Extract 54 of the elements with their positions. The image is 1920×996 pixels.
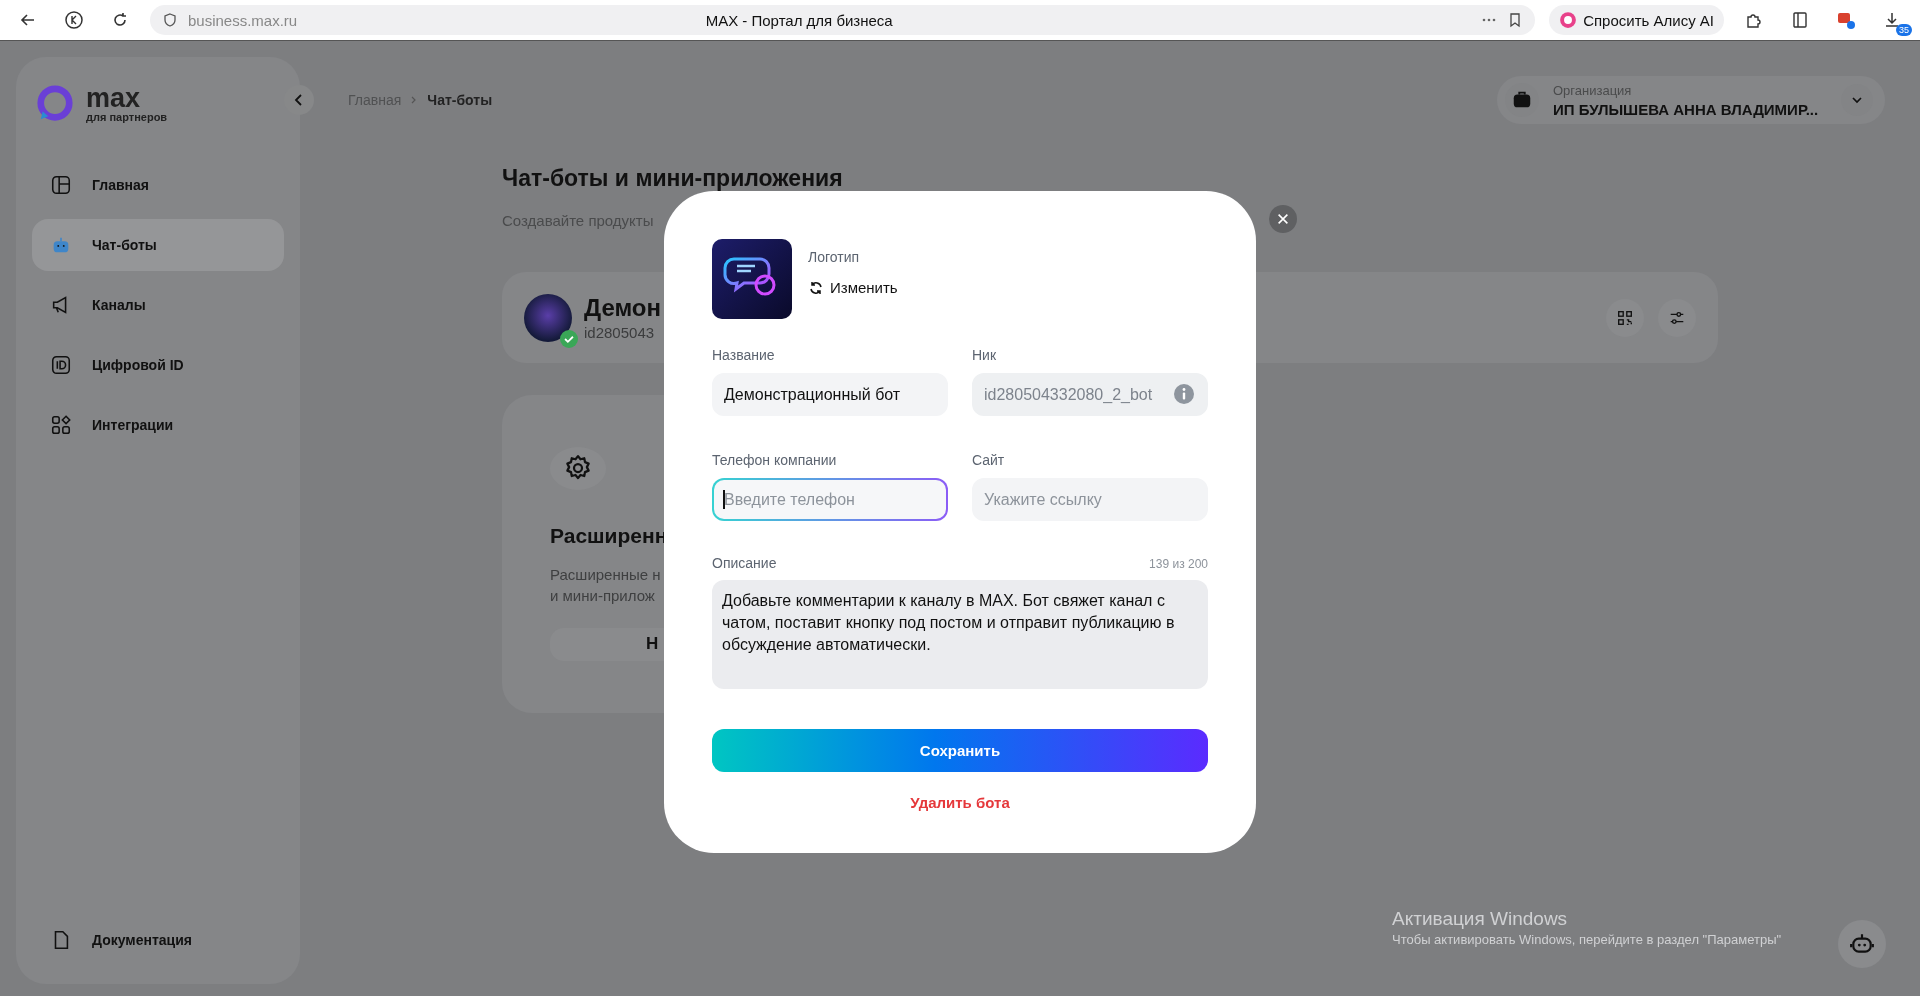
settings-button[interactable] <box>1658 298 1696 337</box>
field-label: Телефон компании <box>712 452 838 468</box>
input-field[interactable]: Демонстрационный бот <box>712 373 948 416</box>
id-card-icon <box>50 354 72 376</box>
field-label: Ник <box>972 347 998 363</box>
activation-notice-text: Чтобы активировать Windows, перейдите в раздел "Параметры" <box>1392 932 1782 947</box>
sidebar-item[interactable]: Каналы <box>32 279 284 331</box>
assistant-button[interactable]: Спросить Алису AI <box>1549 5 1724 35</box>
field-label: Название <box>712 347 776 363</box>
field-label: Сайт <box>972 452 1006 468</box>
close-icon <box>1276 212 1290 226</box>
logo-subtitle: для партнеров <box>86 112 168 123</box>
page-title: MAX - Портал для бизнеса <box>704 11 894 29</box>
page-title: Чат-боты и мини-приложения <box>502 165 844 191</box>
qr-code-button[interactable] <box>1606 298 1644 337</box>
delete-bot-button[interactable]: Удалить бота <box>902 790 1018 815</box>
sidebar-item[interactable]: Цифровой ID <box>32 339 284 391</box>
url-text: business.max.ru <box>188 11 298 29</box>
assistant-icon <box>1559 11 1578 29</box>
sidebar-item[interactable]: Интеграции <box>32 399 284 451</box>
logo-name: max <box>86 85 142 112</box>
organization-selector[interactable]: Организация ИП БУЛЫШЕВА АННА ВЛАДИМИР... <box>1497 76 1885 124</box>
text-cursor <box>723 490 725 509</box>
shield-icon <box>162 12 178 28</box>
browser-logo-icon[interactable] <box>64 10 84 30</box>
logo-icon <box>36 85 74 123</box>
save-button[interactable]: Сохранить <box>712 729 1208 772</box>
logo-label: Логотип <box>808 249 861 265</box>
sidebar-item[interactable]: Чат-боты <box>32 219 284 271</box>
address-bar[interactable]: business.max.ru MAX - Портал для бизнеса <box>150 5 1536 35</box>
collections-icon[interactable] <box>1790 10 1810 30</box>
field-label: Описание <box>712 555 777 571</box>
organization-name: ИП БУЛЫШЕВА АННА ВЛАДИМИР... <box>1553 100 1820 118</box>
sidebar-item[interactable]: Документация <box>32 914 284 966</box>
layout-icon <box>50 174 72 196</box>
sidebar-item[interactable]: Главная <box>32 159 284 211</box>
refresh-icon <box>808 279 824 296</box>
bot-name: Демон <box>584 294 661 322</box>
qr-code-icon <box>1616 308 1634 327</box>
grid-icon <box>50 414 72 436</box>
downloads-badge: 35 <box>1896 24 1912 36</box>
organization-label: Организация <box>1553 82 1633 98</box>
extension-icon[interactable] <box>1836 10 1856 30</box>
input-field[interactable]: Введите телефон <box>712 478 948 521</box>
info-icon[interactable] <box>1174 384 1194 404</box>
bot-id: id2805043 <box>584 324 656 341</box>
feature-title: Расширенн <box>550 523 668 548</box>
input-field[interactable]: Укажите ссылку <box>972 478 1208 521</box>
description-field[interactable]: Добавьте комментарии к каналу в MAX. Бот свяжет канал с чатом, поставит кнопку под постом и отправит публикацию в обсуждение автоматически. <box>712 580 1208 689</box>
character-counter: 139 из 200 <box>1149 557 1208 571</box>
bot-avatar-picture <box>524 293 572 342</box>
feature-description: Расширенные н и мини-прилож <box>550 564 661 606</box>
change-logo-button[interactable]: Изменить <box>808 279 898 296</box>
activation-notice-title: Активация Windows <box>1392 908 1569 930</box>
